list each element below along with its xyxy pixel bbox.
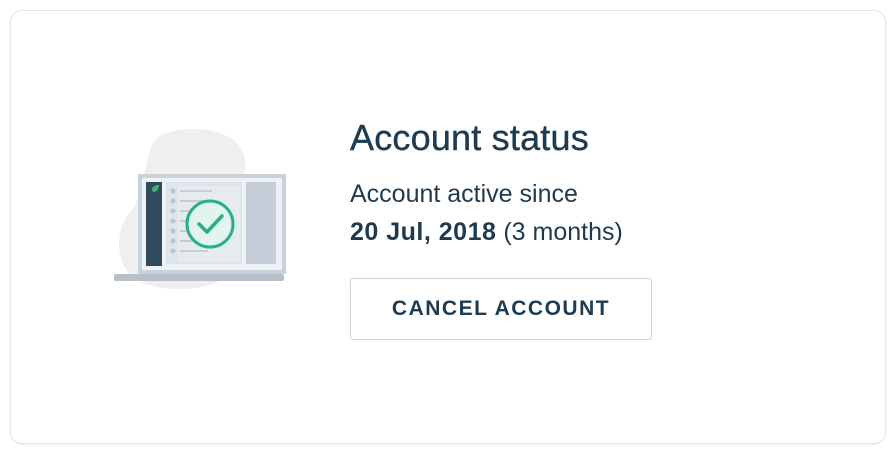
account-duration: (3 months) [503,218,623,246]
active-since-label: Account active since [350,180,578,208]
active-since-value: 20 Jul, 2018 (3 months) [350,216,850,248]
laptop-check-icon [110,128,290,292]
cancel-account-button[interactable]: CANCEL ACCOUNT [350,278,652,340]
page-title: Account status [350,117,589,158]
account-info: Account status Account active since 20 J… [350,112,850,248]
since-date: 20 Jul, 2018 [350,218,497,246]
